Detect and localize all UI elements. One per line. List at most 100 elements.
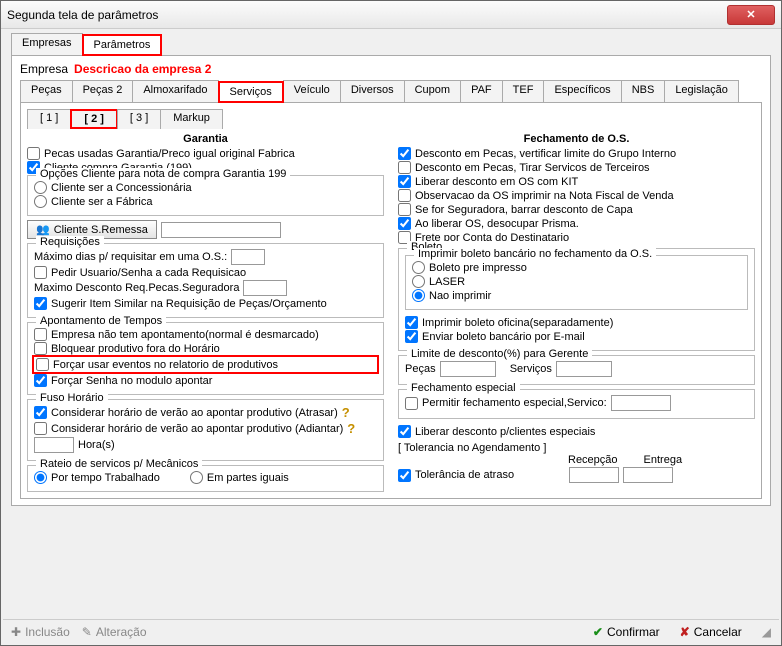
- subtab-pecas[interactable]: Peças: [20, 80, 73, 102]
- input-tol-entrega[interactable]: [623, 467, 673, 483]
- pagetab-markup[interactable]: Markup: [160, 109, 223, 129]
- chk-liberar-prisma[interactable]: [398, 217, 411, 230]
- x-icon: ✘: [680, 625, 690, 639]
- lbl-fech-especial: Permitir fechamento especial,Servico:: [422, 397, 607, 409]
- subtab-almox[interactable]: Almoxarifado: [132, 80, 218, 102]
- close-button[interactable]: ✕: [727, 5, 775, 25]
- tab-parametros[interactable]: Parâmetros: [82, 34, 163, 56]
- chk-pedir-usuario[interactable]: [34, 266, 47, 279]
- subtab-especificos[interactable]: Específicos: [543, 80, 621, 102]
- resize-grip-icon[interactable]: ◢: [762, 625, 771, 639]
- chk-verao-adiantar[interactable]: [34, 422, 47, 435]
- subtab-tef[interactable]: TEF: [502, 80, 545, 102]
- lbl-liberar-kit: Liberar desconto em OS com KIT: [415, 176, 578, 188]
- rad-concessionaria[interactable]: [34, 181, 47, 194]
- input-fech-especial[interactable]: [611, 395, 671, 411]
- btn-inclusao[interactable]: ✚Inclusão: [11, 625, 70, 639]
- subtab-pecas2[interactable]: Peças 2: [72, 80, 134, 102]
- lbl-partes-iguais: Em partes iguais: [207, 472, 289, 484]
- subtab-diversos[interactable]: Diversos: [340, 80, 405, 102]
- input-limite-pecas[interactable]: [440, 361, 496, 377]
- lbl-entrega: Entrega: [644, 454, 683, 466]
- grp-apontamento: Apontamento de Tempos: [36, 315, 166, 327]
- lbl-fabrica: Cliente ser a Fábrica: [51, 196, 153, 208]
- chk-obs-nf[interactable]: [398, 189, 411, 202]
- lbl-tolerancia-atraso: Tolerância de atraso: [415, 469, 565, 481]
- lbl-seguradora: Se for Seguradora, barrar desconto de Ca…: [415, 204, 633, 216]
- pagetab-3[interactable]: [ 3 ]: [117, 109, 161, 129]
- pagetab-2[interactable]: [ 2 ]: [70, 109, 118, 129]
- rad-tempo-trab[interactable]: [34, 471, 47, 484]
- lbl-max-desc: Maximo Desconto Req.Pecas.Seguradora: [34, 282, 239, 294]
- lbl-horas: Hora(s): [78, 439, 115, 451]
- lbl-liberar-prisma: Ao liberar OS, desocupar Prisma.: [415, 218, 579, 230]
- chk-liberar-desc-cli[interactable]: [398, 425, 411, 438]
- confirm-button[interactable]: ✔Confirmar: [593, 625, 660, 639]
- chk-fech-especial[interactable]: [405, 397, 418, 410]
- input-tol-recep[interactable]: [569, 467, 619, 483]
- grp-fuso: Fuso Horário: [36, 392, 108, 404]
- lbl-sugerir-item: Sugerir Item Similar na Requisição de Pe…: [51, 298, 327, 310]
- chk-pecas-usadas[interactable]: [27, 147, 40, 160]
- lbl-pre-impresso: Boleto pre impresso: [429, 262, 527, 274]
- chk-desc-grupo[interactable]: [398, 147, 411, 160]
- empresa-desc: Descricao da empresa 2: [74, 62, 211, 76]
- lbl-obs-nf: Observacao da OS imprimir na Nota Fiscal…: [415, 190, 674, 202]
- rad-fabrica[interactable]: [34, 195, 47, 208]
- users-icon: 👥: [36, 223, 50, 236]
- lbl-boleto-oficina: Imprimir boleto oficina(separadamente): [422, 317, 613, 329]
- plus-icon: ✚: [11, 625, 21, 639]
- chk-bloquear-prod[interactable]: [34, 342, 47, 355]
- input-max-desc[interactable]: [243, 280, 287, 296]
- rad-laser[interactable]: [412, 275, 425, 288]
- chk-desc-terc[interactable]: [398, 161, 411, 174]
- grp-rateio: Rateio de servicos p/ Mecânicos: [36, 458, 202, 470]
- chk-forcar-senha[interactable]: [34, 374, 47, 387]
- lbl-forcar-eventos: Forçar usar eventos no relatorio de prod…: [53, 359, 278, 371]
- lbl-bloquear-prod: Bloquear produtivo fora do Horário: [51, 343, 220, 355]
- input-horas[interactable]: [34, 437, 74, 453]
- lbl-forcar-senha: Forçar Senha no modulo apontar: [51, 375, 212, 387]
- chk-tolerancia[interactable]: [398, 469, 411, 482]
- input-limite-serv[interactable]: [556, 361, 612, 377]
- chk-liberar-kit[interactable]: [398, 175, 411, 188]
- input-sremessa[interactable]: [161, 222, 281, 238]
- input-max-dias[interactable]: [231, 249, 265, 265]
- chk-seguradora[interactable]: [398, 203, 411, 216]
- subtab-cupom[interactable]: Cupom: [404, 80, 461, 102]
- lbl-tolerancia: [ Tolerancia no Agendamento ]: [398, 442, 755, 454]
- check-icon: ✔: [593, 625, 603, 639]
- btn-alteracao[interactable]: ✎Alteração: [82, 625, 147, 639]
- rad-pre-impresso[interactable]: [412, 261, 425, 274]
- cancel-button[interactable]: ✘Cancelar: [680, 625, 742, 639]
- chk-forcar-eventos[interactable]: [36, 358, 49, 371]
- subtab-veiculo[interactable]: Veículo: [283, 80, 341, 102]
- chk-boleto-oficina[interactable]: [405, 316, 418, 329]
- rad-partes-iguais[interactable]: [190, 471, 203, 484]
- grp-boleto-inner: Imprimir boleto bancário no fechamento d…: [414, 248, 656, 260]
- pagetab-1[interactable]: [ 1 ]: [27, 109, 71, 129]
- chk-empresa-apont[interactable]: [34, 328, 47, 341]
- help-icon-2[interactable]: ?: [347, 421, 355, 436]
- lbl-recepcao: Recepção: [568, 454, 618, 466]
- help-icon-1[interactable]: ?: [342, 405, 350, 420]
- subtab-servicos[interactable]: Serviços: [218, 81, 284, 103]
- lbl-tempo-trab: Por tempo Trabalhado: [51, 472, 160, 484]
- lbl-boleto-email: Enviar boleto bancário por E-mail: [422, 331, 585, 343]
- lbl-laser: LASER: [429, 276, 465, 288]
- subtab-paf[interactable]: PAF: [460, 80, 503, 102]
- fechamento-title: Fechamento de O.S.: [398, 133, 755, 145]
- grp-requisicoes: Requisições: [36, 236, 104, 248]
- lbl-limite-serv: Serviços: [510, 363, 552, 375]
- subtab-legislacao[interactable]: Legislação: [664, 80, 739, 102]
- rad-nao-imprimir[interactable]: [412, 289, 425, 302]
- tab-empresas[interactable]: Empresas: [11, 33, 83, 55]
- lbl-pecas-usadas: Pecas usadas Garantia/Preco igual origin…: [44, 148, 295, 160]
- lbl-pedir-usuario: Pedir Usuario/Senha a cada Requisicao: [51, 267, 246, 279]
- chk-boleto-email[interactable]: [405, 330, 418, 343]
- lbl-verao-atrasar: Considerar horário de verão ao apontar p…: [51, 407, 338, 419]
- chk-sugerir-item[interactable]: [34, 297, 47, 310]
- chk-verao-atrasar[interactable]: [34, 406, 47, 419]
- grp-fech-especial: Fechamento especial: [407, 382, 520, 394]
- subtab-nbs[interactable]: NBS: [621, 80, 666, 102]
